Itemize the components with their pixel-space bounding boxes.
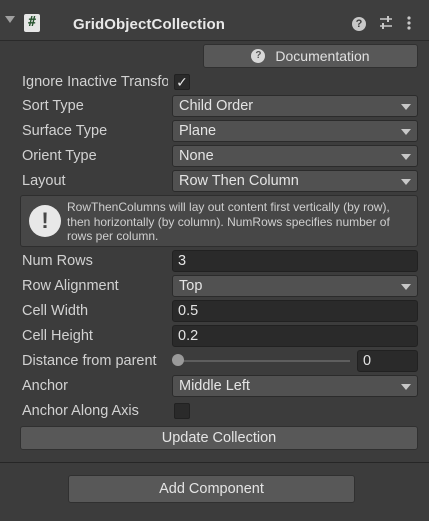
cell-width-field[interactable]: 0.5 — [172, 300, 418, 322]
surface-type-value: Plane — [179, 123, 217, 139]
chevron-down-icon — [401, 384, 411, 390]
update-collection-button[interactable]: Update Collection — [20, 426, 418, 450]
cell-width-label: Cell Width — [22, 303, 89, 319]
anchor-label: Anchor — [22, 378, 68, 394]
layout-label: Layout — [22, 173, 66, 189]
distance-slider-thumb[interactable] — [172, 354, 184, 366]
foldout-arrow-icon[interactable] — [5, 16, 15, 23]
layout-row: Layout Row Then Column — [0, 169, 429, 194]
distance-from-parent-field[interactable]: 0 — [357, 350, 418, 372]
surface-type-label: Surface Type — [22, 123, 108, 139]
more-kebab-icon[interactable] — [406, 15, 412, 34]
layout-help-box: ! RowThenColumns will lay out content fi… — [20, 195, 418, 247]
anchor-dropdown[interactable]: Middle Left — [172, 375, 418, 397]
sort-type-value: Child Order — [179, 98, 254, 114]
layout-value: Row Then Column — [179, 173, 299, 189]
cell-height-row: Cell Height 0.2 — [0, 324, 429, 349]
chevron-down-icon — [401, 154, 411, 160]
anchor-value: Middle Left — [179, 378, 250, 394]
orient-type-row: Orient Type None — [0, 144, 429, 169]
add-component-button[interactable]: Add Component — [68, 475, 355, 503]
num-rows-field[interactable]: 3 — [172, 250, 418, 272]
layout-dropdown[interactable]: Row Then Column — [172, 170, 418, 192]
row-alignment-dropdown[interactable]: Top — [172, 275, 418, 297]
cell-width-row: Cell Width 0.5 — [0, 299, 429, 324]
sort-type-label: Sort Type — [22, 98, 84, 114]
sort-type-dropdown[interactable]: Child Order — [172, 95, 418, 117]
cell-height-label: Cell Height — [22, 328, 93, 344]
layout-help-text: RowThenColumns will lay out content firs… — [67, 200, 390, 243]
row-alignment-row: Row Alignment Top — [0, 274, 429, 299]
script-icon: # — [24, 14, 40, 32]
component-header: # GridObjectCollection ? — [0, 0, 429, 41]
ignore-inactive-row: Ignore Inactive Transforms ✓ — [0, 70, 429, 95]
orient-type-dropdown[interactable]: None — [172, 145, 418, 167]
anchor-row: Anchor Middle Left — [0, 374, 429, 399]
distance-from-parent-label: Distance from parent — [22, 353, 157, 369]
ignore-inactive-checkbox[interactable]: ✓ — [174, 74, 190, 90]
distance-from-parent-row: Distance from parent 0 — [0, 349, 429, 374]
sort-type-row: Sort Type Child Order — [0, 94, 429, 119]
chevron-down-icon — [401, 179, 411, 185]
num-rows-row: Num Rows 3 — [0, 249, 429, 274]
cell-height-value: 0.2 — [178, 328, 199, 344]
preset-sliders-icon[interactable] — [378, 15, 394, 34]
help-icon[interactable]: ? — [352, 17, 366, 31]
cell-height-field[interactable]: 0.2 — [172, 325, 418, 347]
divider — [0, 462, 429, 463]
documentation-button-label: Documentation — [275, 48, 370, 64]
chevron-down-icon — [401, 284, 411, 290]
info-icon: ! — [29, 205, 61, 237]
chevron-down-icon — [401, 129, 411, 135]
orient-type-value: None — [179, 148, 214, 164]
ignore-inactive-label: Ignore Inactive Transforms — [22, 74, 168, 90]
distance-slider-track[interactable] — [178, 360, 350, 362]
anchor-along-axis-row: Anchor Along Axis — [0, 399, 429, 424]
surface-type-dropdown[interactable]: Plane — [172, 120, 418, 142]
anchor-along-axis-checkbox[interactable] — [174, 403, 190, 419]
row-alignment-label: Row Alignment — [22, 278, 119, 294]
anchor-along-axis-label: Anchor Along Axis — [22, 403, 139, 419]
orient-type-label: Orient Type — [22, 148, 97, 164]
chevron-down-icon — [401, 104, 411, 110]
component-title: GridObjectCollection — [73, 16, 226, 33]
surface-type-row: Surface Type Plane — [0, 119, 429, 144]
distance-from-parent-value: 0 — [363, 353, 372, 369]
help-icon: ? — [251, 49, 266, 63]
num-rows-value: 3 — [178, 253, 187, 269]
cell-width-value: 0.5 — [178, 303, 199, 319]
row-alignment-value: Top — [179, 278, 203, 294]
documentation-button[interactable]: ? Documentation — [203, 44, 418, 68]
num-rows-label: Num Rows — [22, 253, 93, 269]
